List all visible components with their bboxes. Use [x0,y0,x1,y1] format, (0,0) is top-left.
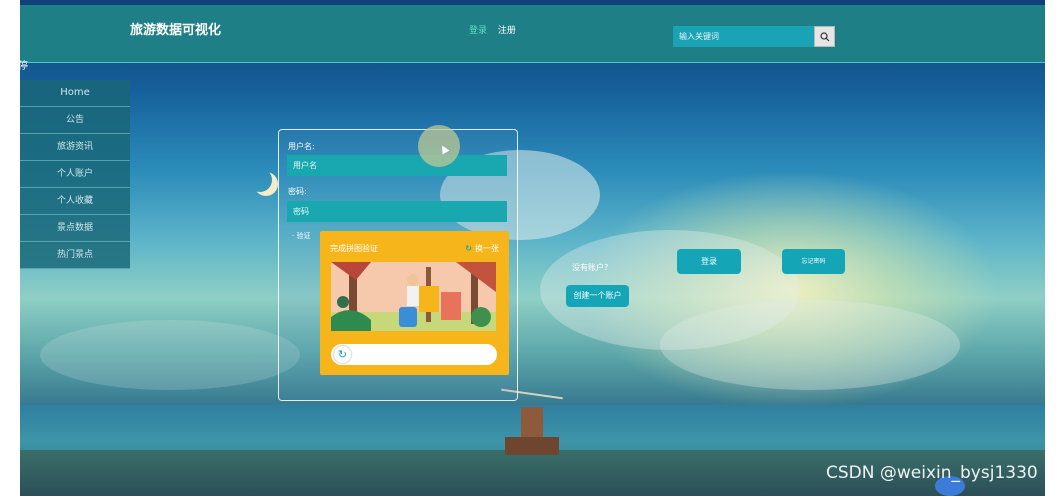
register-link[interactable]: 注册 [498,26,516,36]
windmill-icon [501,388,563,455]
username-label: 用户名: [288,142,315,151]
csdn-watermark: CSDN @weixin_bysj1330 [826,463,1038,483]
sidebar-item-home[interactable]: Home [20,80,130,107]
search-button[interactable] [814,26,835,47]
captcha-refresh-label: 换一张 [475,244,499,253]
sidebar-item-attraction-data[interactable]: 景点数据 [20,215,130,242]
sidebar-item-popular-attractions[interactable]: 热门景点 [20,242,130,269]
login-link[interactable]: 登录 [469,26,487,36]
search-input[interactable] [673,26,814,47]
login-button[interactable]: 登录 [677,249,741,274]
sidebar-item-favorites[interactable]: 个人收藏 [20,188,130,215]
forgot-password-button[interactable]: 忘记密码 [782,249,845,274]
password-label: 密码: [288,187,307,196]
username-input[interactable] [287,155,507,176]
captcha-slider-handle[interactable]: ↻ [334,346,351,363]
auth-links: 登录 注册 [469,23,516,36]
password-input[interactable] [287,201,507,222]
puzzle-captcha: 完成拼图验证 ↻ 换一张 ↻ [320,231,509,375]
cloud [660,300,960,390]
moon-icon [248,168,272,192]
search-bar [673,26,835,47]
sidebar-item-account[interactable]: 个人账户 [20,161,130,188]
verify-label: · 验证 [292,231,310,241]
cloud [40,320,300,390]
sidebar-item-notices[interactable]: 公告 [20,107,130,134]
app-frame: 旅游数据可视化 登录 注册 暂停 Home 公告 旅游资讯 个人账户 个人收藏 … [20,0,1045,496]
sidebar-item-travel-news[interactable]: 旅游资讯 [20,134,130,161]
pause-label[interactable]: 暂停 [20,57,28,72]
captcha-refresh-button[interactable]: ↻ 换一张 [465,243,499,254]
captcha-title: 完成拼图验证 [330,244,378,253]
sidebar-nav: Home 公告 旅游资讯 个人账户 个人收藏 景点数据 热门景点 [20,80,130,269]
windmill-base [505,437,559,455]
search-icon [820,32,830,42]
captcha-puzzle-image [331,262,496,331]
verify-label-text: 验证 [296,232,311,240]
create-account-button[interactable]: 创建一个账户 [566,285,629,307]
puzzle-illustration [331,262,496,331]
captcha-slider-track[interactable]: ↻ [331,344,497,365]
top-navbar: 旅游数据可视化 登录 注册 [20,5,1045,63]
site-title: 旅游数据可视化 [130,23,222,38]
refresh-icon: ↻ [465,244,472,253]
no-account-text: 没有账户? [572,263,609,272]
